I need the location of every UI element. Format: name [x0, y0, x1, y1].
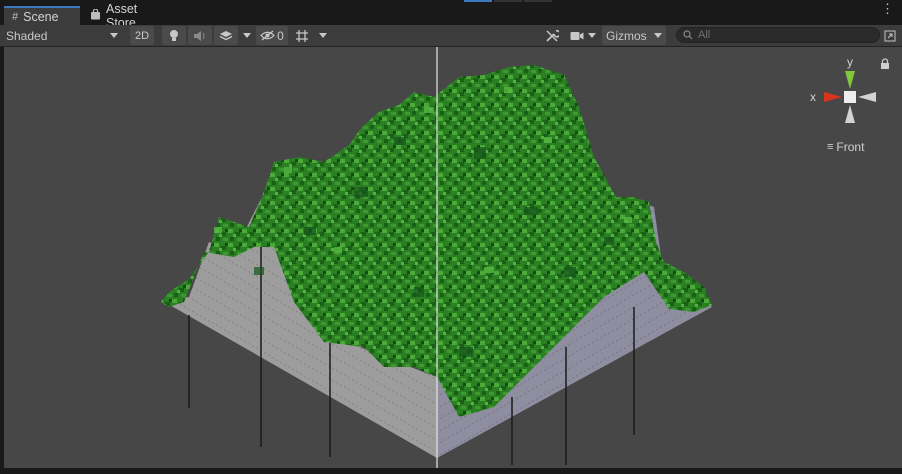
view-label-text: Front [836, 140, 865, 154]
lighting-toggle-button[interactable] [162, 26, 186, 45]
effects-dropdown[interactable] [240, 26, 254, 45]
scene-canvas [4, 47, 902, 468]
tab-bar: # Scene Asset Store ⋮ [0, 0, 902, 30]
hamburger-icon: ≡ [827, 141, 834, 153]
gizmo-y-label: y [847, 55, 853, 69]
gizmo-x-label: x [810, 90, 816, 104]
scene-viewport[interactable]: y x ≡ Front [4, 47, 902, 468]
lightbulb-icon [170, 30, 178, 41]
chevron-down-icon [588, 33, 596, 38]
tab-scene-label: Scene [23, 10, 59, 24]
eye-slash-icon [260, 30, 276, 41]
effects-toggle-button[interactable] [214, 26, 238, 45]
hash-icon: # [12, 11, 19, 23]
chevron-down-icon [319, 33, 327, 38]
chevron-down-icon [110, 33, 118, 38]
wrench-icon [546, 29, 559, 42]
grid-icon [296, 29, 308, 42]
speaker-icon [194, 30, 205, 41]
chevron-down-icon [654, 33, 662, 38]
search-icon [683, 30, 693, 40]
audio-toggle-button[interactable] [188, 26, 212, 45]
gizmos-dropdown[interactable]: Gizmos [602, 26, 666, 45]
search-placeholder: All [698, 29, 711, 41]
tab-scene[interactable]: # Scene [4, 6, 80, 26]
view-label[interactable]: ≡ Front [827, 140, 864, 154]
shading-mode-dropdown[interactable]: Shaded [2, 26, 124, 45]
tab-asset-store[interactable]: Asset Store [82, 2, 177, 30]
pause-indicator [494, 0, 522, 2]
bag-icon [90, 8, 101, 23]
grid-dropdown[interactable] [316, 26, 330, 45]
more-menu-icon[interactable]: ⋮ [881, 2, 894, 15]
layers-icon [219, 30, 233, 40]
chevron-down-icon [243, 33, 251, 38]
maximize-button[interactable] [882, 26, 898, 45]
camera-icon [570, 31, 584, 40]
maximize-icon [884, 30, 896, 41]
step-indicator [524, 0, 552, 2]
gizmos-label: Gizmos [606, 28, 647, 43]
active-play-indicator [464, 0, 492, 2]
toggle-2d-button[interactable]: 2D [130, 26, 154, 45]
camera-settings-dropdown[interactable] [566, 26, 600, 45]
scene-toolbar: Shaded 2D 0 Gizmos All [0, 25, 902, 47]
tools-button[interactable] [542, 26, 562, 45]
grid-toggle-button[interactable] [292, 26, 312, 45]
hidden-count: 0 [277, 28, 284, 43]
toggle-2d-label: 2D [134, 29, 150, 42]
gizmo-center-cube[interactable] [844, 91, 856, 103]
shading-mode-value: Shaded [6, 28, 48, 43]
search-field[interactable]: All [676, 27, 880, 43]
hidden-objects-toggle[interactable]: 0 [256, 26, 288, 45]
bottom-bar [0, 468, 902, 474]
